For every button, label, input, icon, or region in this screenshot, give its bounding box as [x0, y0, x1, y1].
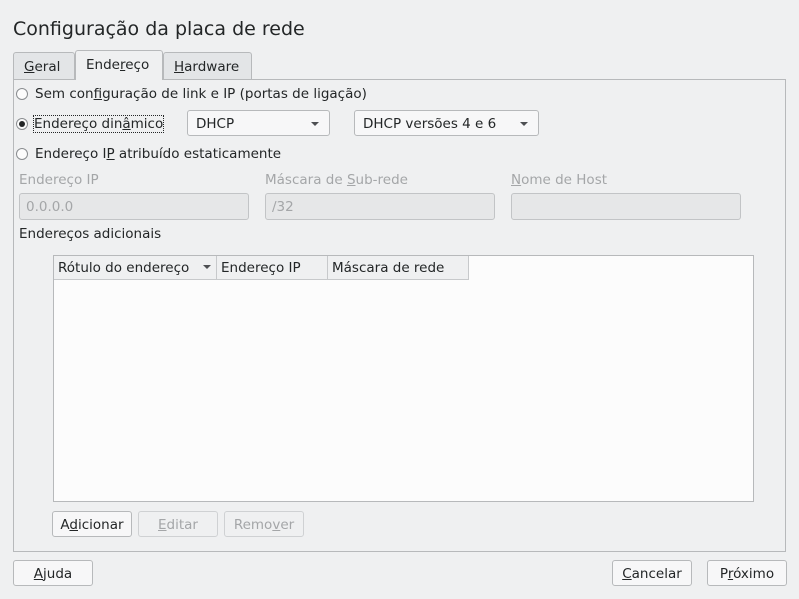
dhcp-mode-select[interactable]: DHCP	[187, 110, 330, 136]
table-header: Rótulo do endereço Endereço IP Máscara d…	[54, 256, 469, 280]
radio-dynamic-label[interactable]: Endereço dinâmico	[32, 115, 165, 133]
radio-no-link[interactable]	[16, 88, 28, 100]
additional-addresses-label: Endereços adicionais	[19, 226, 162, 242]
tab-geral[interactable]: Geral	[13, 52, 75, 79]
mask-field[interactable]: /32	[265, 193, 495, 220]
host-field[interactable]	[511, 193, 741, 220]
column-header-mask[interactable]: Máscara de rede	[328, 256, 469, 279]
remove-button[interactable]: Remover	[224, 511, 304, 537]
radio-static[interactable]	[16, 148, 28, 160]
host-label: Nome de Host	[511, 172, 608, 188]
ip-label: Endereço IP	[19, 172, 99, 188]
sort-down-icon	[203, 265, 211, 269]
tab-hardware[interactable]: Hardware	[163, 52, 252, 79]
ip-field[interactable]: 0.0.0.0	[19, 193, 249, 220]
additional-addresses-table[interactable]: Rótulo do endereço Endereço IP Máscara d…	[53, 255, 754, 502]
chevron-down-icon	[520, 122, 528, 126]
radio-no-link-label[interactable]: Sem configuração de link e IP (portas de…	[35, 86, 367, 102]
moon-icon	[768, 18, 784, 36]
window-title: Configuração da placa de rede	[13, 18, 305, 40]
tab-endereco[interactable]: Endereço	[75, 50, 163, 80]
help-button[interactable]: Ajuda	[13, 560, 93, 586]
column-header-label[interactable]: Rótulo do endereço	[54, 256, 217, 279]
dhcp-versions-select[interactable]: DHCP versões 4 e 6	[354, 110, 539, 136]
chevron-down-icon	[311, 122, 319, 126]
edit-button[interactable]: Editar	[138, 511, 218, 537]
next-button[interactable]: Próximo	[707, 560, 787, 586]
radio-static-label[interactable]: Endereço IP atribuído estaticamente	[35, 146, 281, 162]
mask-label: Máscara de Sub-rede	[265, 172, 408, 188]
cancel-button[interactable]: Cancelar	[612, 560, 692, 586]
radio-dynamic[interactable]	[16, 118, 28, 130]
column-header-ip[interactable]: Endereço IP	[217, 256, 328, 279]
add-button[interactable]: Adicionar	[52, 511, 132, 537]
